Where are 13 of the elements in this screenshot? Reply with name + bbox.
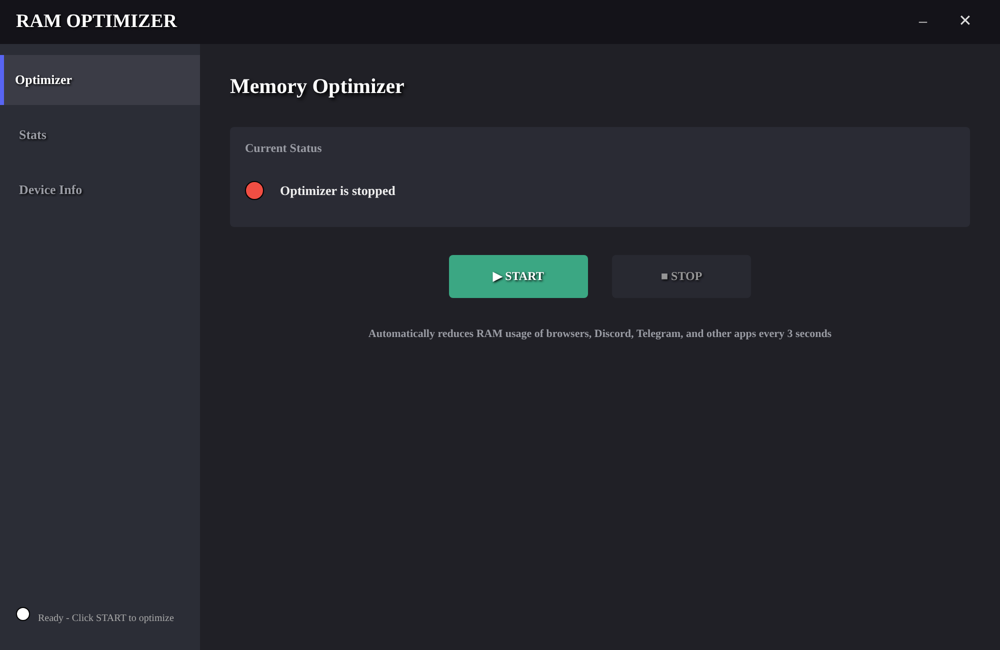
- minimize-button[interactable]: –: [904, 9, 942, 35]
- sidebar-item[interactable]: Device Info: [0, 165, 200, 215]
- status-text: Optimizer is stopped: [280, 182, 396, 200]
- description-text: Automatically reduces RAM usage of browsers, Discord, Telegram, and other apps every 3 seconds: [367, 326, 833, 342]
- status-text: Ready - Click START to optimize: [38, 612, 174, 626]
- start-button[interactable]: ▶ START: [449, 254, 588, 298]
- sidebar-item[interactable]: Optimizer: [0, 55, 200, 105]
- sidebar-item[interactable]: Stats: [0, 110, 200, 160]
- app-title: RAM OPTIMIZER: [16, 10, 177, 34]
- status-dot-icon: [16, 607, 30, 621]
- card-title: Current Status: [245, 140, 323, 158]
- close-button[interactable]: ✕: [946, 9, 984, 35]
- page-heading: Memory Optimizer: [230, 74, 406, 100]
